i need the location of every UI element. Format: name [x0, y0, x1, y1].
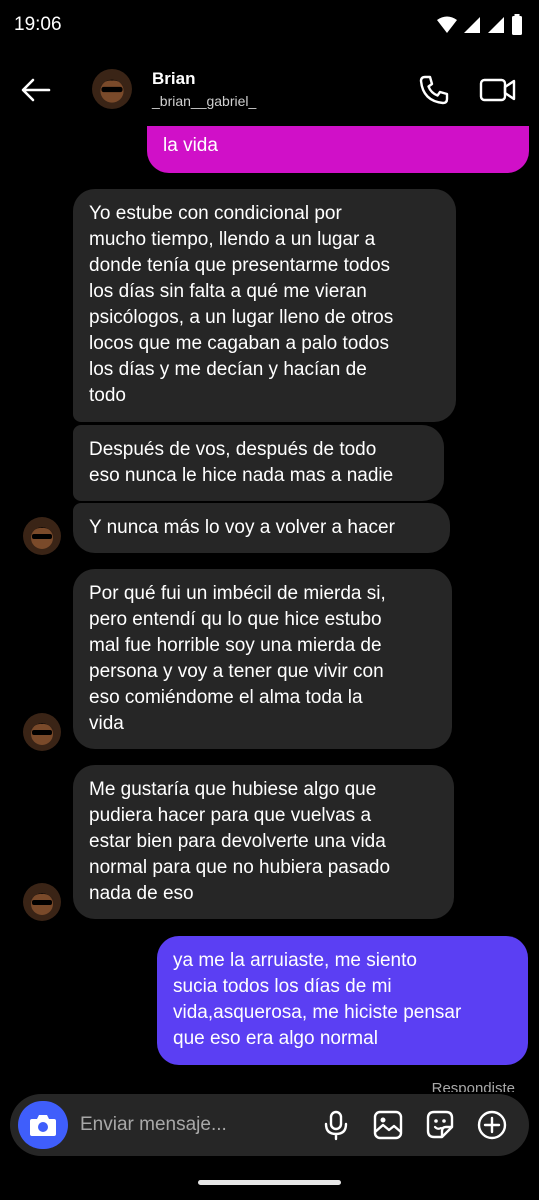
image-icon: [373, 1110, 403, 1140]
camera-button[interactable]: [18, 1101, 68, 1149]
microphone-icon: [324, 1110, 348, 1141]
avatar[interactable]: [23, 517, 61, 555]
avatar-image: [23, 713, 61, 751]
avatar[interactable]: [23, 883, 61, 921]
contact-avatar[interactable]: [92, 69, 132, 109]
message-incoming[interactable]: Y nunca más lo voy a volver a hacer: [73, 503, 450, 553]
message-text: Yo estube con condicional por mucho tiem…: [89, 203, 394, 406]
avatar-image: [92, 69, 132, 109]
back-button[interactable]: [18, 72, 54, 108]
video-call-button[interactable]: [478, 72, 518, 108]
avatar-image: [23, 517, 61, 555]
message-text: Por qué fui un imbécil de mierda si, per…: [89, 583, 386, 734]
message-thread[interactable]: en una carcel cuando me traumaste la vid…: [0, 126, 539, 1092]
plus-icon: [477, 1110, 507, 1140]
status-bar: 19:06: [0, 0, 539, 52]
sticker-button[interactable]: [424, 1109, 456, 1141]
sticker-icon: [426, 1110, 454, 1139]
message-text: Después de vos, después de todo eso nunc…: [89, 439, 394, 486]
message-composer: [10, 1094, 529, 1156]
voice-message-button[interactable]: [320, 1109, 352, 1141]
status-icons: [437, 14, 523, 36]
signal-icon: [464, 17, 480, 33]
home-indicator[interactable]: [198, 1180, 341, 1185]
avatar-image: [23, 883, 61, 921]
message-text: ya me la arruiaste, me siento sucia todo…: [173, 950, 462, 1049]
battery-icon: [512, 14, 522, 35]
signal-icon-2: [488, 17, 504, 33]
camera-icon: [30, 1115, 56, 1136]
gallery-button[interactable]: [372, 1109, 404, 1141]
message-text: Y nunca más lo voy a volver a hacer: [89, 517, 395, 538]
message-outgoing[interactable]: ya me la arruiaste, me siento sucia todo…: [157, 936, 528, 1065]
message-incoming[interactable]: Por qué fui un imbécil de mierda si, per…: [73, 569, 452, 749]
phone-icon: [419, 75, 449, 105]
avatar[interactable]: [23, 713, 61, 751]
contact-name[interactable]: Brian: [152, 69, 195, 89]
message-text: en una carcel cuando me traumaste la vid…: [163, 126, 466, 156]
message-outgoing[interactable]: en una carcel cuando me traumaste la vid…: [147, 126, 529, 173]
wifi-icon: [437, 16, 457, 33]
message-incoming[interactable]: Yo estube con condicional por mucho tiem…: [73, 189, 456, 422]
status-time: 19:06: [14, 14, 62, 35]
contact-username[interactable]: _brian__gabriel_: [152, 93, 256, 109]
message-incoming[interactable]: Después de vos, después de todo eso nunc…: [73, 425, 444, 501]
back-arrow-icon: [21, 78, 51, 102]
message-input[interactable]: [80, 1106, 310, 1144]
video-camera-icon: [479, 78, 516, 102]
chat-header: Brian _brian__gabriel_: [0, 52, 539, 126]
voice-call-button[interactable]: [416, 72, 452, 108]
reply-label: Respondiste: [431, 1080, 515, 1092]
more-options-button[interactable]: [476, 1109, 508, 1141]
message-text: Me gustaría que hubiese algo que pudiera…: [89, 779, 391, 904]
message-incoming[interactable]: Me gustaría que hubiese algo que pudiera…: [73, 765, 454, 919]
